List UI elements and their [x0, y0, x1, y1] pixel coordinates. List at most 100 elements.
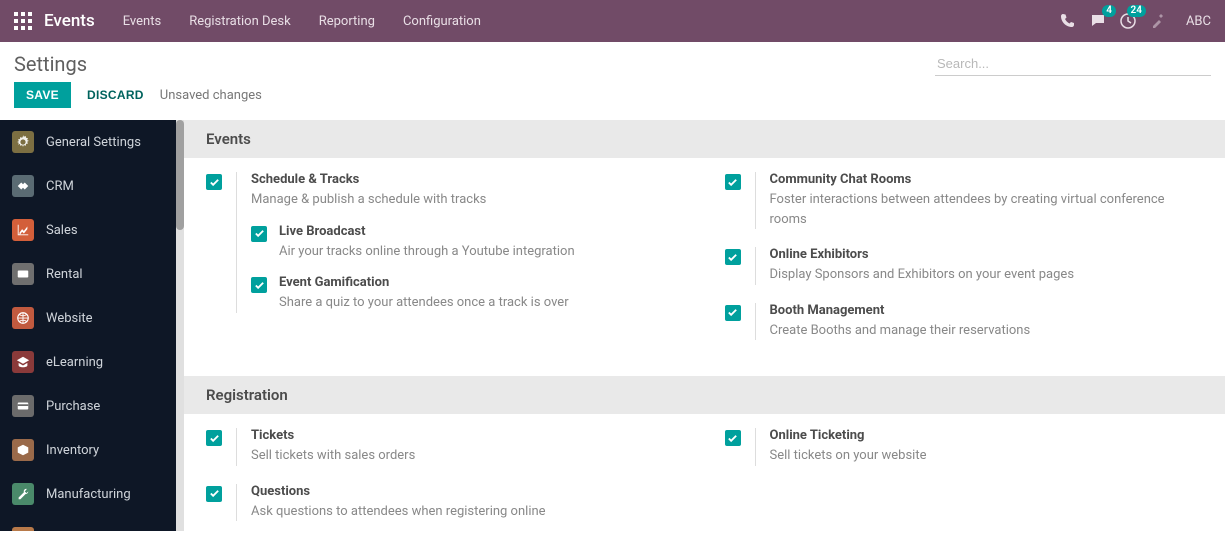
key-icon: [12, 263, 34, 285]
sidebar-item-elearning[interactable]: eLearning: [0, 340, 176, 384]
page-header: Settings: [0, 42, 1225, 82]
setting-title: Online Exhibitors: [770, 247, 1204, 262]
setting-desc: Air your tracks online through a Youtube…: [279, 242, 685, 262]
setting-event-gamification: Event Gamification Share a quiz to your …: [251, 275, 685, 313]
messages-icon[interactable]: 4: [1090, 13, 1106, 29]
discard-button[interactable]: DISCARD: [87, 88, 144, 102]
nav-menu: Events Registration Desk Reporting Confi…: [123, 14, 481, 29]
nav-events[interactable]: Events: [123, 14, 161, 29]
setting-desc: Share a quiz to your attendees once a tr…: [279, 293, 685, 313]
sidebar-item-sales[interactable]: Sales: [0, 208, 176, 252]
sidebar-item-accounting[interactable]: Accounting: [0, 516, 176, 531]
topbar: Events Events Registration Desk Reportin…: [0, 0, 1225, 42]
sidebar-item-label: Sales: [46, 223, 78, 238]
sidebar-item-label: Purchase: [46, 399, 100, 414]
checkbox-event-gamification[interactable]: [251, 277, 267, 293]
setting-online-exhibitors: Online Exhibitors Display Sponsors and E…: [725, 247, 1204, 285]
nav-configuration[interactable]: Configuration: [403, 14, 481, 29]
sidebar-item-purchase[interactable]: Purchase: [0, 384, 176, 428]
sidebar-item-label: CRM: [46, 179, 74, 194]
save-button[interactable]: SAVE: [14, 82, 71, 108]
section-header-events: Events: [184, 120, 1225, 158]
topbar-right: 4 24 ABC: [1060, 13, 1211, 29]
registration-right-col: Online Ticketing Sell tickets on your we…: [725, 428, 1204, 531]
setting-booth-management: Booth Management Create Booths and manag…: [725, 303, 1204, 341]
checkbox-booth-management[interactable]: [725, 305, 741, 321]
chart-icon: [12, 219, 34, 241]
sidebar-item-label: Manufacturing: [46, 487, 131, 502]
search-wrap: [935, 52, 1211, 76]
sidebar-item-label: Website: [46, 311, 93, 326]
setting-tickets: Tickets Sell tickets with sales orders: [206, 428, 685, 466]
setting-title: Booth Management: [770, 303, 1204, 318]
setting-live-broadcast: Live Broadcast Air your tracks online th…: [251, 224, 685, 262]
setting-desc: Manage & publish a schedule with tracks: [251, 190, 685, 210]
activities-icon[interactable]: 24: [1120, 13, 1136, 29]
sidebar-item-crm[interactable]: CRM: [0, 164, 176, 208]
search-input[interactable]: [935, 52, 1211, 75]
main: General Settings CRM Sales Rental Websit…: [0, 120, 1225, 531]
sidebar-item-label: Accounting: [46, 531, 112, 532]
setting-title: Live Broadcast: [279, 224, 685, 239]
checkbox-questions[interactable]: [206, 486, 222, 502]
sidebar-item-inventory[interactable]: Inventory: [0, 428, 176, 472]
setting-title: Schedule & Tracks: [251, 172, 685, 187]
content: Events Schedule & Tracks Manage & publis…: [184, 120, 1225, 531]
app-title[interactable]: Events: [44, 11, 95, 31]
unsaved-indicator: Unsaved changes: [160, 88, 262, 103]
setting-desc: Sell tickets with sales orders: [251, 446, 685, 466]
events-grid: Schedule & Tracks Manage & publish a sch…: [184, 158, 1225, 376]
setting-desc: Ask questions to attendees when register…: [251, 502, 685, 522]
registration-grid: Tickets Sell tickets with sales orders Q…: [184, 414, 1225, 531]
sidebar-item-label: General Settings: [46, 135, 141, 150]
scrollbar-thumb[interactable]: [176, 120, 184, 230]
sidebar-item-rental[interactable]: Rental: [0, 252, 176, 296]
money-icon: [12, 527, 34, 531]
nav-reporting[interactable]: Reporting: [319, 14, 375, 29]
setting-title: Event Gamification: [279, 275, 685, 290]
page-title: Settings: [14, 52, 87, 76]
card-icon: [12, 395, 34, 417]
wrench-icon: [12, 483, 34, 505]
events-right-col: Community Chat Rooms Foster interactions…: [725, 172, 1204, 358]
sidebar: General Settings CRM Sales Rental Websit…: [0, 120, 176, 531]
user-menu[interactable]: ABC: [1186, 14, 1211, 29]
globe-icon: [12, 307, 34, 329]
checkbox-schedule-tracks[interactable]: [206, 174, 222, 190]
setting-online-ticketing: Online Ticketing Sell tickets on your we…: [725, 428, 1204, 466]
events-left-col: Schedule & Tracks Manage & publish a sch…: [206, 172, 685, 358]
graduation-icon: [12, 351, 34, 373]
tools-icon[interactable]: [1150, 13, 1166, 29]
sidebar-item-label: Rental: [46, 267, 83, 282]
setting-desc: Create Booths and manage their reservati…: [770, 321, 1204, 341]
checkbox-online-ticketing[interactable]: [725, 430, 741, 446]
sidebar-item-label: Inventory: [46, 443, 99, 458]
phone-icon[interactable]: [1060, 13, 1076, 29]
setting-title: Questions: [251, 484, 685, 499]
checkbox-community-chat[interactable]: [725, 174, 741, 190]
apps-icon[interactable]: [14, 12, 32, 30]
messages-badge: 4: [1102, 5, 1116, 17]
section-header-registration: Registration: [184, 376, 1225, 414]
nav-registration-desk[interactable]: Registration Desk: [189, 14, 291, 29]
setting-community-chat: Community Chat Rooms Foster interactions…: [725, 172, 1204, 229]
sidebar-item-manufacturing[interactable]: Manufacturing: [0, 472, 176, 516]
setting-desc: Foster interactions between attendees by…: [770, 190, 1204, 229]
checkbox-online-exhibitors[interactable]: [725, 249, 741, 265]
setting-title: Tickets: [251, 428, 685, 443]
sidebar-item-general-settings[interactable]: General Settings: [0, 120, 176, 164]
checkbox-live-broadcast[interactable]: [251, 226, 267, 242]
checkbox-tickets[interactable]: [206, 430, 222, 446]
setting-questions: Questions Ask questions to attendees whe…: [206, 484, 685, 522]
gear-icon: [12, 131, 34, 153]
setting-desc: Display Sponsors and Exhibitors on your …: [770, 265, 1204, 285]
setting-schedule-tracks: Schedule & Tracks Manage & publish a sch…: [206, 172, 685, 313]
setting-title: Community Chat Rooms: [770, 172, 1204, 187]
setting-title: Online Ticketing: [770, 428, 1204, 443]
setting-desc: Sell tickets on your website: [770, 446, 1204, 466]
sidebar-item-website[interactable]: Website: [0, 296, 176, 340]
action-bar: SAVE DISCARD Unsaved changes: [0, 82, 1225, 120]
sidebar-scrollbar[interactable]: [176, 120, 184, 531]
registration-left-col: Tickets Sell tickets with sales orders Q…: [206, 428, 685, 531]
handshake-icon: [12, 175, 34, 197]
